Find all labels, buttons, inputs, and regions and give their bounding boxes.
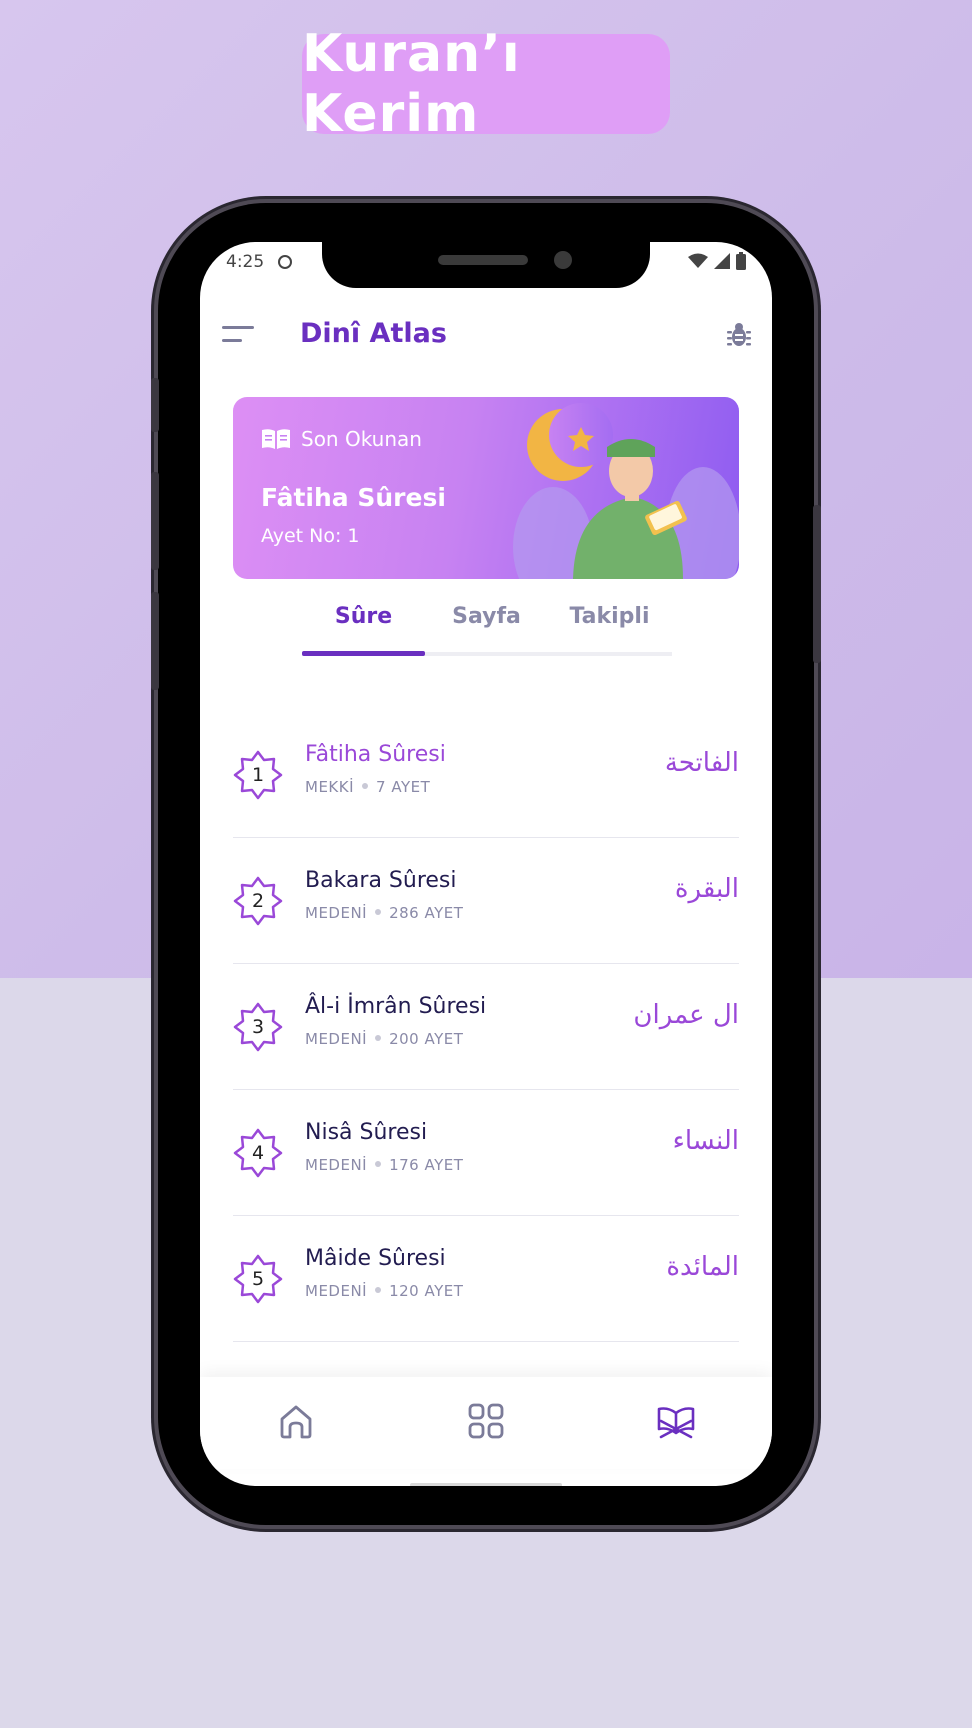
surah-row[interactable]: 3 Âl-i İmrân Sûresi MEDENİ 200 AYET ال عم… <box>233 964 739 1090</box>
home-icon[interactable] <box>276 1401 316 1441</box>
tab-bar: Sûre Sayfa Takipli <box>302 604 672 674</box>
surah-arabic-name: المائدة <box>666 1252 739 1282</box>
surah-meta: MEDENİ 120 AYET <box>305 1282 463 1300</box>
bottom-nav <box>200 1377 772 1469</box>
grid-icon[interactable] <box>466 1401 506 1441</box>
surah-type: MEKKİ <box>305 778 355 796</box>
phone-side-button <box>151 378 159 432</box>
surah-row[interactable]: 2 Bakara Sûresi MEDENİ 286 AYET البقرة <box>233 838 739 964</box>
surah-arabic-name: النساء <box>672 1126 739 1156</box>
surah-name: Âl-i İmrân Sûresi <box>305 994 487 1019</box>
surah-ayah-count: 120 AYET <box>389 1282 464 1300</box>
surah-type: MEDENİ <box>305 1156 368 1174</box>
surah-type: MEDENİ <box>305 904 368 922</box>
tab-takipli[interactable]: Takipli <box>548 604 671 629</box>
notification-icon <box>278 255 292 269</box>
home-indicator <box>410 1483 562 1486</box>
tab-indicator <box>302 651 425 656</box>
meta-separator <box>375 909 382 915</box>
surah-row[interactable]: 1 Fâtiha Sûresi MEKKİ 7 AYET الفاتحة <box>233 712 739 838</box>
meta-separator <box>375 1161 382 1167</box>
app-title: Dinî Atlas <box>300 318 447 349</box>
surah-number: 2 <box>251 890 265 912</box>
camera <box>554 251 572 269</box>
surah-meta: MEKKİ 7 AYET <box>305 778 430 796</box>
wifi-icon <box>688 253 708 268</box>
last-read-surah: Fâtiha Sûresi <box>261 483 446 512</box>
promo-title: Kuran’ı Kerim <box>302 24 670 144</box>
surah-number: 4 <box>251 1142 265 1164</box>
phone-power-button <box>813 505 821 663</box>
surah-arabic-name: الفاتحة <box>664 748 739 778</box>
last-read-label-row: Son Okunan <box>261 427 422 451</box>
signal-icon <box>714 253 730 269</box>
menu-icon[interactable] <box>222 324 254 344</box>
surah-meta: MEDENİ 200 AYET <box>305 1030 463 1048</box>
surah-row[interactable]: 4 Nisâ Sûresi MEDENİ 176 AYET النساء <box>233 1090 739 1216</box>
reader-illustration <box>513 403 739 579</box>
meta-separator <box>362 783 369 789</box>
quran-icon[interactable] <box>656 1401 696 1441</box>
tab-sure[interactable]: Sûre <box>302 604 425 629</box>
surah-meta: MEDENİ 286 AYET <box>305 904 463 922</box>
status-icons <box>688 252 746 270</box>
last-read-ayah: Ayet No: 1 <box>261 525 360 547</box>
surah-ayah-count: 286 AYET <box>389 904 464 922</box>
surah-name: Nisâ Sûresi <box>305 1120 428 1145</box>
surah-type: MEDENİ <box>305 1282 368 1300</box>
surah-name: Bakara Sûresi <box>305 868 457 893</box>
surah-row[interactable]: 5 Mâide Sûresi MEDENİ 120 AYET المائدة <box>233 1216 739 1342</box>
book-open-icon <box>262 429 290 449</box>
surah-number: 1 <box>251 764 265 786</box>
surah-meta: MEDENİ 176 AYET <box>305 1156 463 1174</box>
last-read-card[interactable]: Son Okunan Fâtiha Sûresi Ayet No: 1 <box>233 397 739 579</box>
speaker <box>438 255 528 265</box>
app-bar: Dinî Atlas <box>200 300 772 370</box>
battery-icon <box>736 252 746 270</box>
surah-arabic-name: ال عمران <box>633 1000 739 1030</box>
surah-ayah-count: 7 AYET <box>376 778 431 796</box>
phone-volume-up <box>151 472 159 570</box>
notch <box>322 242 650 288</box>
meta-separator <box>375 1287 382 1293</box>
phone-volume-down <box>151 592 159 690</box>
surah-number: 3 <box>251 1016 265 1038</box>
last-read-label: Son Okunan <box>301 427 422 451</box>
status-time: 4:25 <box>226 252 265 272</box>
surah-number: 5 <box>251 1268 265 1290</box>
phone-screen: 4:25 Dinî Atlas Son Okunan Fâtiha Sûresi… <box>200 242 772 1486</box>
bug-icon[interactable] <box>726 322 752 348</box>
surah-ayah-count: 200 AYET <box>389 1030 464 1048</box>
surah-arabic-name: البقرة <box>674 874 739 904</box>
tab-sayfa[interactable]: Sayfa <box>425 604 548 629</box>
meta-separator <box>375 1035 382 1041</box>
surah-type: MEDENİ <box>305 1030 368 1048</box>
surah-ayah-count: 176 AYET <box>389 1156 464 1174</box>
surah-name: Mâide Sûresi <box>305 1246 446 1271</box>
surah-name: Fâtiha Sûresi <box>305 742 446 767</box>
